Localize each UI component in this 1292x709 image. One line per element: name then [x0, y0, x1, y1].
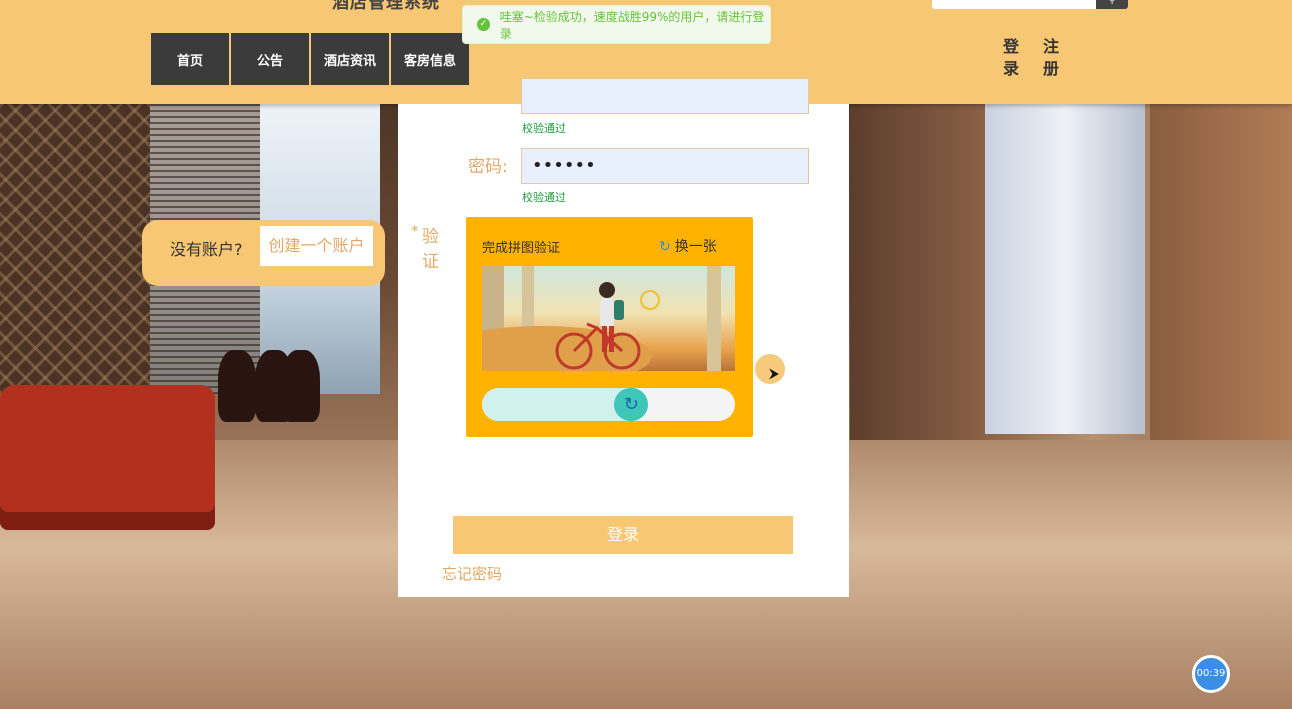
verify-label-char: 验 — [422, 227, 439, 247]
captcha-puzzle-image — [482, 266, 735, 371]
captcha-slider-track[interactable]: ↻ — [482, 388, 735, 421]
search-input[interactable] — [932, 0, 1096, 9]
verify-label: 验 证 — [422, 222, 439, 272]
captcha-panel: 完成拼图验证 ↻ 换一张 ↻ — [466, 217, 753, 437]
recording-timer[interactable]: 00:39 — [1192, 655, 1230, 693]
username-validation-message: 校验通过 — [522, 122, 566, 135]
mouse-pointer-icon: ⮞ — [769, 366, 780, 382]
forgot-password-link[interactable]: 忘记密码 — [442, 563, 502, 584]
main-nav: 首页 公告 酒店资讯 客房信息 — [151, 33, 469, 85]
refresh-icon: ↻ — [659, 239, 671, 255]
register-link-char: 册 — [1042, 59, 1059, 78]
login-link-char: 录 — [1002, 59, 1019, 78]
success-toast: ✓ 哇塞~检验成功，速度战胜99%的用户，请进行登录 — [462, 5, 771, 44]
no-account-question: 没有账户? — [170, 240, 243, 259]
captcha-refresh-button[interactable]: ↻ 换一张 — [659, 236, 717, 256]
background-vase — [218, 350, 256, 422]
refresh-icon: ↻ — [623, 394, 639, 415]
username-field[interactable] — [521, 78, 809, 114]
password-validation-message: 校验通过 — [522, 191, 566, 204]
register-link[interactable]: 注 册 — [1040, 36, 1062, 80]
login-link[interactable]: 登 录 — [1000, 36, 1022, 80]
search-icon: ⚲ — [1108, 0, 1116, 6]
site-title: 酒店管理系统 — [332, 0, 440, 13]
captcha-title: 完成拼图验证 — [482, 241, 561, 256]
password-label: 密码: — [468, 157, 508, 177]
search-button[interactable]: ⚲ — [1096, 0, 1128, 9]
nav-item-rooms[interactable]: 客房信息 — [391, 33, 469, 85]
captcha-refresh-label: 换一张 — [674, 239, 717, 255]
background-vase — [282, 350, 320, 422]
login-button[interactable]: 登录 — [453, 516, 793, 554]
password-field[interactable]: •••••• — [521, 148, 809, 184]
background-sofa — [0, 385, 215, 530]
background-lattice — [0, 104, 150, 394]
required-mark: * — [411, 222, 419, 240]
check-circle-icon: ✓ — [477, 18, 490, 31]
auth-links: 登 录 注 册 — [1000, 36, 1062, 80]
captcha-slider-fill — [482, 388, 632, 421]
no-account-box: 没有账户? 创建一个账户 — [142, 220, 385, 286]
toast-message: 哇塞~检验成功，速度战胜99%的用户，请进行登录 — [499, 9, 765, 41]
create-account-button[interactable]: 创建一个账户 — [260, 226, 373, 266]
nav-item-home[interactable]: 首页 — [151, 33, 229, 85]
captcha-slider-handle[interactable]: ↻ — [614, 388, 649, 421]
nav-item-news[interactable]: 酒店资讯 — [311, 33, 389, 85]
background-pillar — [985, 104, 1145, 434]
verify-label-char: 证 — [422, 252, 439, 272]
nav-item-notice[interactable]: 公告 — [231, 33, 309, 85]
login-link-char: 登 — [1002, 37, 1019, 56]
puzzle-illustration — [482, 266, 721, 371]
register-link-char: 注 — [1042, 37, 1059, 56]
